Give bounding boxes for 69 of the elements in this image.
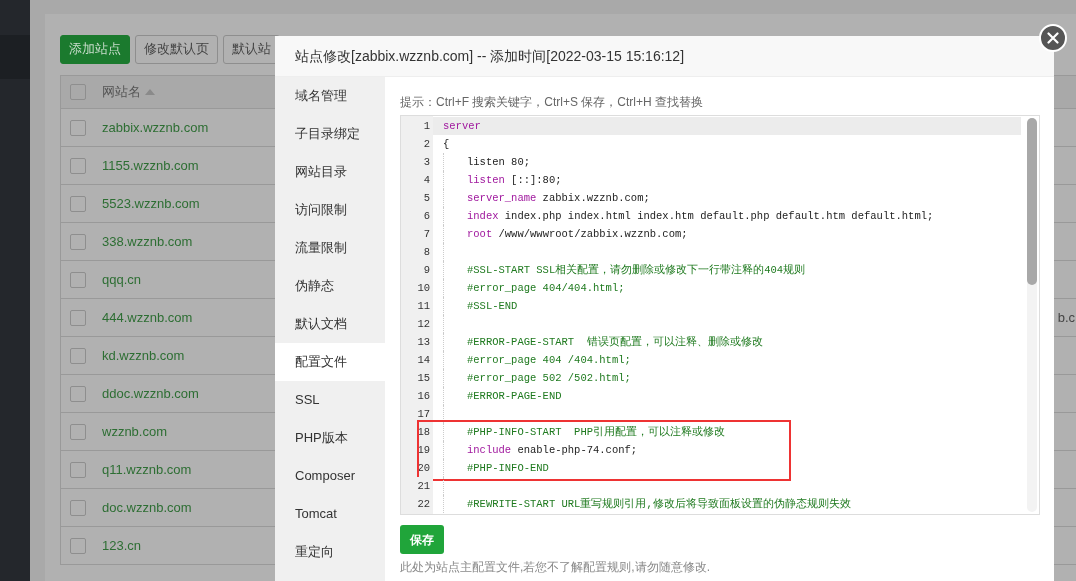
code-line: #ERROR-PAGE-START 错误页配置，可以注释、删除或修改 <box>467 335 763 350</box>
code-line: #SSL-END <box>467 299 518 314</box>
checkbox[interactable] <box>70 233 86 250</box>
checkbox[interactable] <box>70 195 86 212</box>
nav-tab[interactable]: 流量限制 <box>275 229 385 267</box>
code-line: { <box>443 137 450 152</box>
code-line: listen [::]:80; <box>467 173 562 188</box>
code-line: #REWRITE-START URL重写规则引用,修改后将导致面板设置的伪静态规则失效 <box>467 497 851 512</box>
code-line: server_name zabbix.wzznb.com; <box>467 191 650 206</box>
checkbox[interactable] <box>70 119 86 136</box>
nav-tab[interactable]: 访问限制 <box>275 191 385 229</box>
code-line: #ERROR-PAGE-END <box>467 389 562 404</box>
code-line: #error_page 404 /404.html; <box>467 353 631 368</box>
dialog-title: 站点修改[zabbix.wzznb.com] -- 添加时间[2022-03-15 15:16:12] <box>295 46 685 66</box>
code-line: #error_page 502 /502.html; <box>467 371 631 386</box>
hint-text: 提示：Ctrl+F 搜索关键字，Ctrl+S 保存，Ctrl+H 查找替换 <box>400 94 704 111</box>
site-link[interactable]: 1155.wzznb.com <box>102 155 199 176</box>
nav-tab[interactable]: 默认文档 <box>275 305 385 343</box>
code-line: listen 80; <box>467 155 530 170</box>
site-link[interactable]: zabbix.wzznb.com <box>102 117 209 138</box>
nav-tab[interactable]: Tomcat <box>275 495 385 533</box>
site-link[interactable]: qqq.cn <box>102 269 142 290</box>
checkbox[interactable] <box>70 309 86 326</box>
code-line: #PHP-INFO-END <box>467 461 549 476</box>
checkbox[interactable] <box>70 423 86 440</box>
close-icon <box>1047 32 1059 44</box>
nav-tab[interactable]: Composer <box>275 457 385 495</box>
code-line: include enable-php-74.conf; <box>467 443 638 458</box>
nav-tab[interactable]: 伪静态 <box>275 267 385 305</box>
checkbox[interactable] <box>70 385 86 402</box>
site-link[interactable]: 444.wzznb.com <box>102 307 193 328</box>
code-line: root /www/wwwroot/zabbix.wzznb.com; <box>467 227 688 242</box>
code-line: server <box>443 119 481 134</box>
checkbox[interactable] <box>70 461 86 478</box>
site-link[interactable]: ddoc.wzznb.com <box>102 383 199 404</box>
site-link[interactable]: wzznb.com <box>102 421 168 442</box>
checkbox[interactable] <box>70 537 86 554</box>
nav-tab[interactable]: SSL <box>275 381 385 419</box>
site-link[interactable]: 123.cn <box>102 535 142 556</box>
footnote-text: 此处为站点主配置文件,若您不了解配置规则,请勿随意修改. <box>400 560 711 574</box>
save-button[interactable]: 保存 <box>400 525 444 554</box>
toolbar-button[interactable]: 添加站点 <box>60 35 130 64</box>
column-header[interactable]: 网站名 <box>102 82 141 102</box>
table-cell-text: b.c <box>1057 308 1076 327</box>
nav-tab[interactable]: PHP版本 <box>275 419 385 457</box>
site-link[interactable]: 5523.wzznb.com <box>102 193 200 214</box>
code-line: #PHP-INFO-START PHP引用配置，可以注释或修改 <box>467 425 726 440</box>
nav-tab[interactable]: 重定向 <box>275 533 385 571</box>
code-line: #error_page 404/404.html; <box>467 281 625 296</box>
nav-tab[interactable]: 子目录绑定 <box>275 115 385 153</box>
scrollbar[interactable] <box>1027 118 1037 512</box>
site-link[interactable]: q11.wzznb.com <box>102 459 192 480</box>
toolbar-button[interactable]: 修改默认页 <box>135 35 218 64</box>
checkbox[interactable] <box>70 271 86 288</box>
toolbar-button[interactable]: 默认站 <box>223 35 280 64</box>
line-number: 1 <box>401 117 433 135</box>
site-link[interactable]: doc.wzznb.com <box>102 497 192 518</box>
nav-tab[interactable]: 网站目录 <box>275 153 385 191</box>
site-link[interactable]: 338.wzznb.com <box>102 231 193 252</box>
code-line: index index.php index.html index.htm default.php default.htm default.html; <box>467 209 934 224</box>
nav-tab[interactable]: 域名管理 <box>275 77 385 115</box>
checkbox[interactable] <box>70 499 86 516</box>
code-line: #SSL-START SSL相关配置，请勿删除或修改下一行带注释的404规则 <box>467 263 806 278</box>
nav-tab[interactable]: 配置文件 <box>275 343 385 381</box>
site-link[interactable]: kd.wzznb.com <box>102 345 185 366</box>
checkbox[interactable] <box>70 347 86 364</box>
checkbox[interactable] <box>70 157 86 174</box>
code-editor[interactable] <box>400 115 1040 515</box>
checkbox[interactable] <box>70 84 86 100</box>
